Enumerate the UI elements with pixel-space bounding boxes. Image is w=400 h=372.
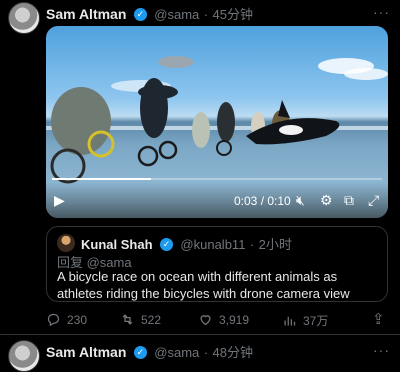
more-options-icon[interactable]: ···	[373, 4, 390, 20]
share-icon[interactable]: ⇪	[372, 310, 385, 328]
reply-count: 230	[67, 312, 88, 327]
quote-text: A bicycle race on ocean with different a…	[57, 269, 350, 301]
reply-action[interactable]: 230	[46, 312, 87, 327]
video-current-time: 0:03	[234, 194, 258, 208]
author-handle[interactable]: @sama	[154, 7, 199, 22]
next-author-avatar[interactable]	[8, 340, 40, 372]
next-verified-badge-icon: ✓	[133, 346, 147, 360]
quote-verified-badge-icon: ✓	[159, 238, 173, 252]
video-player[interactable]: ▶ 0:03 / 0:10 🔇︎ ⚙ ⧉ ⤢	[46, 26, 388, 218]
video-controls: ▶ 0:03 / 0:10 🔇︎ ⚙ ⧉ ⤢	[46, 178, 388, 218]
next-author-name[interactable]: Sam Altman	[46, 344, 126, 360]
retweet-action[interactable]: 522	[120, 312, 161, 327]
video-duration: 0:10	[267, 194, 291, 208]
verified-badge-icon: ✓	[133, 8, 147, 22]
next-author-handle[interactable]: @sama	[154, 345, 199, 360]
video-time: 0:03 / 0:10	[234, 194, 291, 208]
like-action[interactable]: 3,919	[198, 312, 249, 327]
tweet-header: Sam Altman ✓ @sama · 45分钟	[46, 4, 253, 24]
author-name[interactable]: Sam Altman	[46, 6, 126, 22]
settings-gear-icon[interactable]: ⚙	[320, 192, 333, 209]
mute-icon[interactable]: 🔇︎	[296, 192, 305, 209]
views-chart-icon	[284, 316, 296, 326]
quote-author-name[interactable]: Kunal Shah	[81, 237, 153, 252]
author-avatar[interactable]	[8, 2, 40, 34]
video-progress-fill	[52, 178, 151, 180]
next-tweet-time[interactable]: 48分钟	[213, 345, 253, 360]
retweet-icon	[122, 314, 133, 325]
reply-icon	[47, 313, 60, 327]
tweet-time[interactable]: 45分钟	[213, 7, 253, 22]
meta-separator: ·	[203, 7, 209, 22]
next-meta-separator: ·	[203, 345, 209, 360]
next-tweet-header: Sam Altman ✓ @sama · 48分钟	[46, 342, 253, 362]
quote-time[interactable]: 2小时	[259, 237, 292, 252]
quote-header: Kunal Shah ✓ @kunalb11 · 2小时	[81, 234, 292, 254]
quote-author-handle[interactable]: @kunalb11	[180, 237, 245, 252]
tweet-divider	[0, 334, 400, 335]
fullscreen-icon[interactable]: ⤢	[368, 192, 379, 209]
video-progress-bar[interactable]	[52, 178, 382, 180]
picture-in-picture-icon[interactable]: ⧉	[344, 192, 354, 209]
quote-meta-separator: ·	[249, 237, 255, 252]
views-count: 37万	[303, 314, 329, 328]
quoted-tweet[interactable]: Kunal Shah ✓ @kunalb11 · 2小时 回复 @sama A …	[46, 226, 388, 302]
views-action[interactable]: 37万	[282, 312, 328, 329]
heart-icon	[200, 315, 211, 326]
next-more-options-icon[interactable]: ···	[373, 342, 390, 358]
quote-author-avatar[interactable]	[57, 234, 75, 252]
video-time-separator: /	[257, 194, 268, 208]
like-count: 3,919	[219, 312, 250, 327]
retweet-count: 522	[141, 312, 162, 327]
play-icon[interactable]: ▶	[54, 192, 65, 209]
